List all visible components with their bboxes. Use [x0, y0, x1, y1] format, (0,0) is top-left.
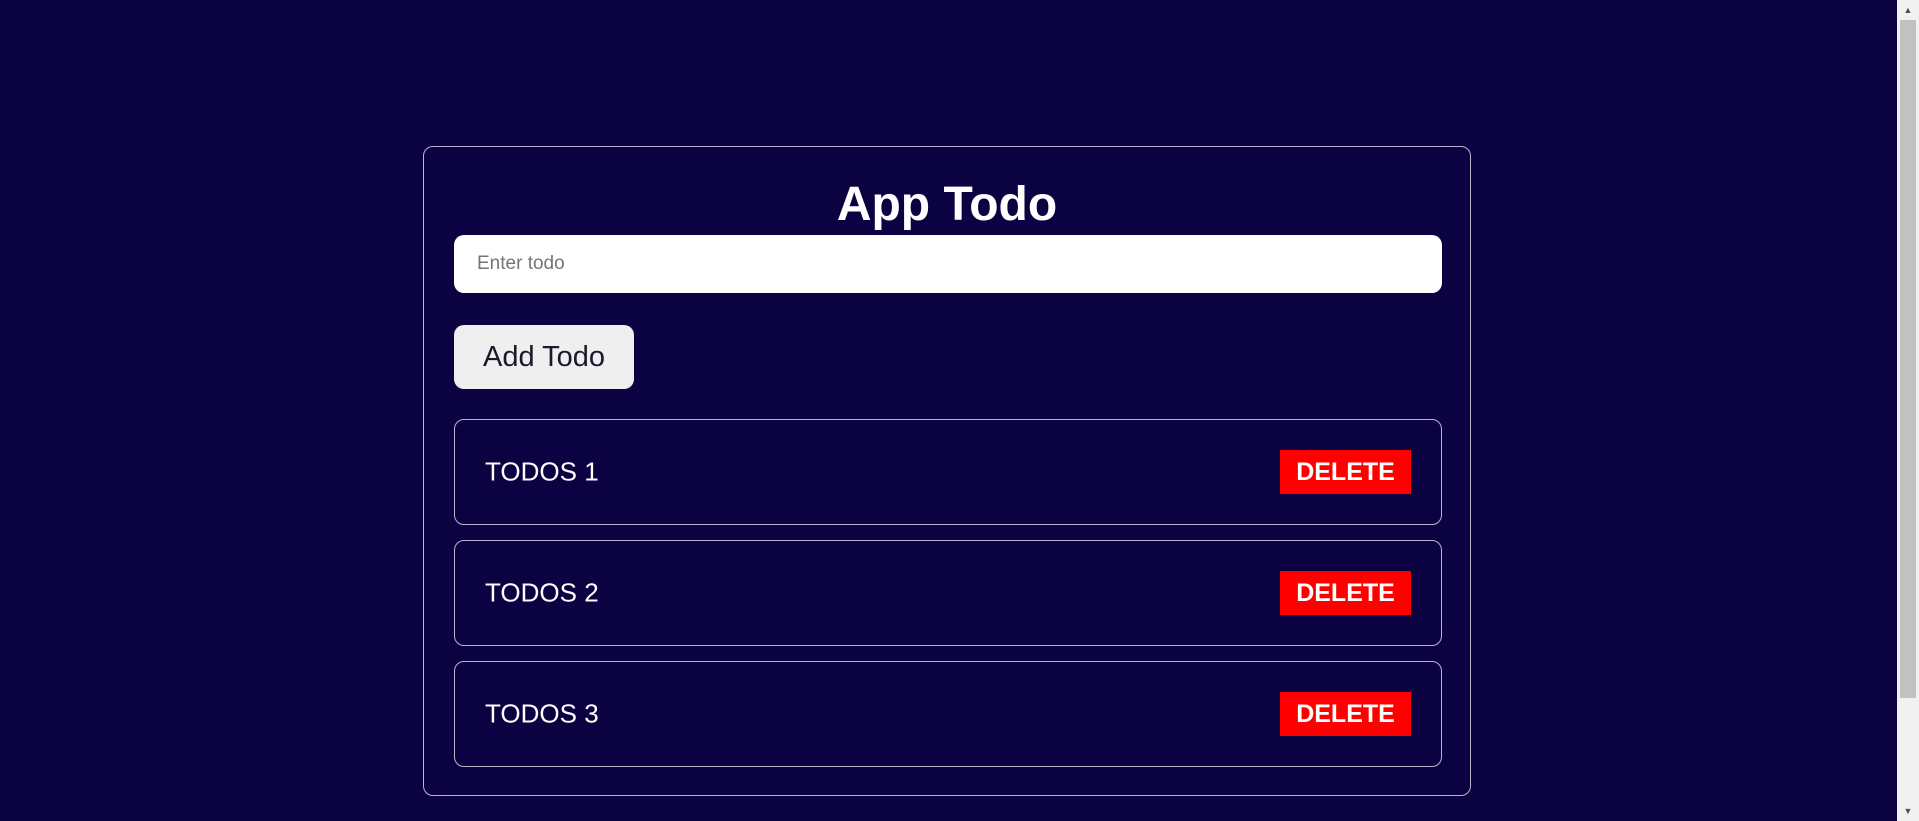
- todo-input[interactable]: [454, 235, 1442, 293]
- todo-text: TODOS 1: [485, 456, 599, 487]
- todo-text: TODOS 3: [485, 698, 599, 729]
- todo-item: TODOS 3 DELETE: [454, 661, 1442, 767]
- add-todo-button[interactable]: Add Todo: [454, 325, 634, 389]
- scroll-up-arrow-icon[interactable]: ▲: [1897, 0, 1919, 20]
- todo-item: TODOS 2 DELETE: [454, 540, 1442, 646]
- todo-text: TODOS 2: [485, 577, 599, 608]
- delete-button[interactable]: DELETE: [1280, 692, 1411, 736]
- page-viewport: App Todo Add Todo TODOS 1 DELETE TODOS 2…: [0, 0, 1897, 821]
- vertical-scrollbar[interactable]: ▲ ▼: [1897, 0, 1919, 821]
- scroll-down-arrow-icon[interactable]: ▼: [1897, 801, 1919, 821]
- scrollbar-thumb[interactable]: [1900, 20, 1916, 698]
- todo-item: TODOS 1 DELETE: [454, 419, 1442, 525]
- delete-button[interactable]: DELETE: [1280, 571, 1411, 615]
- todo-list: TODOS 1 DELETE TODOS 2 DELETE TODOS 3 DE…: [454, 419, 1442, 782]
- todo-app-card: App Todo Add Todo TODOS 1 DELETE TODOS 2…: [423, 146, 1471, 796]
- app-title: App Todo: [836, 178, 1058, 231]
- delete-button[interactable]: DELETE: [1280, 450, 1411, 494]
